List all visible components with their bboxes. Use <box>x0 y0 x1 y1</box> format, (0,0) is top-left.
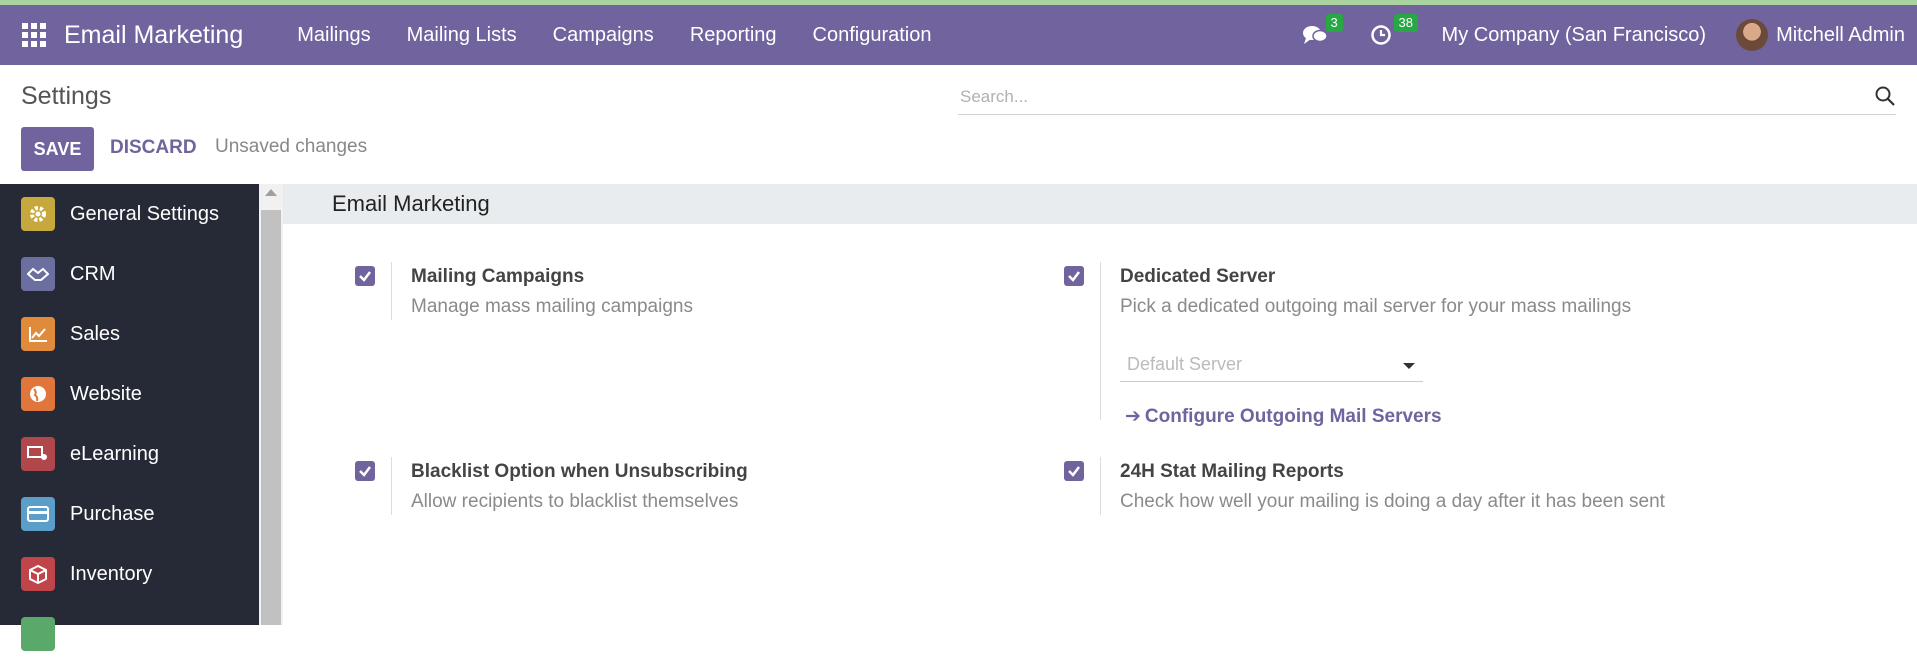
control-panel: Settings SAVE DISCARD Unsaved changes <box>0 65 1917 184</box>
menu-reporting[interactable]: Reporting <box>672 24 795 47</box>
main-menu: Mailings Mailing Lists Campaigns Reporti… <box>279 24 949 47</box>
settings-body: General Settings CRM Sales Website eLear… <box>0 184 1917 625</box>
sidebar-item-elearning[interactable]: eLearning <box>0 424 259 484</box>
sidebar-item-purchase[interactable]: Purchase <box>0 484 259 544</box>
messages-badge: 3 <box>1326 14 1343 32</box>
chevron-down-icon <box>1403 363 1415 369</box>
avatar[interactable] <box>1736 19 1768 51</box>
apps-menu-icon[interactable] <box>22 23 46 47</box>
sidebar-item-inventory[interactable]: Inventory <box>0 544 259 604</box>
setting-title: Mailing Campaigns <box>411 266 584 288</box>
gear-icon <box>21 197 55 231</box>
sidebar-item-label: eLearning <box>70 443 159 466</box>
setting-description: Pick a dedicated outgoing mail server fo… <box>1120 296 1631 318</box>
handshake-icon <box>21 257 55 291</box>
checkbox-24h-stat-reports[interactable] <box>1064 461 1084 481</box>
elearning-icon <box>21 437 55 471</box>
sidebar-item-partial[interactable] <box>0 604 259 664</box>
card-icon <box>21 497 55 531</box>
section-title: Email Marketing <box>283 184 1917 224</box>
chat-icon <box>1302 24 1328 46</box>
sidebar-item-label: General Settings <box>70 203 219 226</box>
checkbox-dedicated-server[interactable] <box>1064 266 1084 286</box>
configure-mail-servers-link[interactable]: ➔ Configure Outgoing Mail Servers <box>1125 405 1442 428</box>
sidebar-item-label: Sales <box>70 323 120 346</box>
search-bar <box>958 81 1896 115</box>
clock-icon <box>1370 24 1392 46</box>
company-switcher[interactable]: My Company (San Francisco) <box>1442 24 1707 47</box>
sidebar-item-label: Purchase <box>70 503 155 526</box>
box-icon <box>21 557 55 591</box>
settings-sidebar: General Settings CRM Sales Website eLear… <box>0 184 259 625</box>
menu-mailing-lists[interactable]: Mailing Lists <box>389 24 535 47</box>
divider <box>1100 262 1101 420</box>
scroll-up-icon[interactable] <box>265 189 277 196</box>
divider <box>1100 457 1101 515</box>
save-button[interactable]: SAVE <box>21 127 94 171</box>
status-text: Unsaved changes <box>215 136 367 158</box>
app-icon <box>21 617 55 651</box>
divider <box>391 262 392 320</box>
check-icon <box>358 464 372 478</box>
check-icon <box>358 269 372 283</box>
user-menu[interactable]: Mitchell Admin <box>1776 24 1905 47</box>
settings-main: Email Marketing Mailing Campaigns Manage… <box>283 184 1917 625</box>
activities-badge: 38 <box>1394 14 1418 32</box>
setting-title: 24H Stat Mailing Reports <box>1120 461 1344 483</box>
menu-configuration[interactable]: Configuration <box>795 24 950 47</box>
scroll-thumb[interactable] <box>261 210 281 625</box>
check-icon <box>1067 269 1081 283</box>
setting-title: Dedicated Server <box>1120 266 1275 288</box>
checkbox-blacklist-option[interactable] <box>355 461 375 481</box>
arrow-right-icon: ➔ <box>1125 405 1141 428</box>
setting-description: Allow recipients to blacklist themselves <box>411 491 738 513</box>
activities-systray[interactable]: 38 <box>1370 24 1392 46</box>
sidebar-item-crm[interactable]: CRM <box>0 244 259 304</box>
checkbox-mailing-campaigns[interactable] <box>355 266 375 286</box>
setting-title: Blacklist Option when Unsubscribing <box>411 461 748 483</box>
sidebar-item-website[interactable]: Website <box>0 364 259 424</box>
breadcrumb: Settings <box>21 82 111 111</box>
messages-systray[interactable]: 3 <box>1302 24 1328 46</box>
globe-icon <box>21 377 55 411</box>
sidebar-item-general-settings[interactable]: General Settings <box>0 184 259 244</box>
sidebar-item-sales[interactable]: Sales <box>0 304 259 364</box>
setting-description: Manage mass mailing campaigns <box>411 296 693 318</box>
sidebar-item-label: Inventory <box>70 563 152 586</box>
setting-description: Check how well your mailing is doing a d… <box>1120 491 1665 513</box>
link-label: Configure Outgoing Mail Servers <box>1145 406 1442 428</box>
menu-campaigns[interactable]: Campaigns <box>535 24 672 47</box>
check-icon <box>1067 464 1081 478</box>
select-placeholder: Default Server <box>1127 354 1242 375</box>
app-name[interactable]: Email Marketing <box>64 21 243 50</box>
menu-mailings[interactable]: Mailings <box>279 24 388 47</box>
divider <box>391 457 392 515</box>
discard-button[interactable]: DISCARD <box>110 137 197 159</box>
chart-icon <box>21 317 55 351</box>
sidebar-item-label: Website <box>70 383 142 406</box>
sidebar-scrollbar[interactable] <box>259 184 283 625</box>
mail-server-select[interactable]: Default Server <box>1120 348 1423 382</box>
navbar: Email Marketing Mailings Mailing Lists C… <box>0 5 1917 65</box>
sidebar-item-label: CRM <box>70 263 116 286</box>
search-input[interactable] <box>958 81 1838 113</box>
search-icon[interactable] <box>1874 85 1896 107</box>
